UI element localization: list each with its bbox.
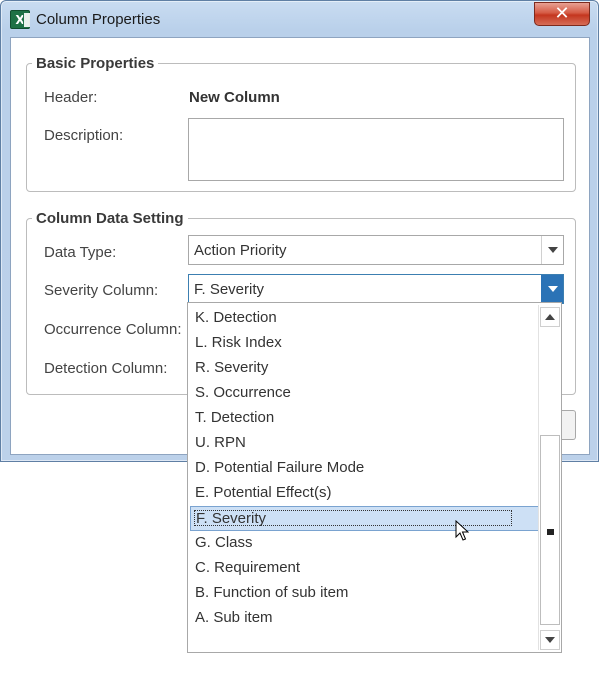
list-item[interactable]: L. Risk Index [190,331,539,356]
vertical-scrollbar[interactable] [538,305,560,650]
header-label: Header: [44,89,98,106]
list-item[interactable]: C. Requirement [190,556,539,581]
scroll-down-icon[interactable] [540,630,560,650]
excel-icon: X [10,10,30,29]
header-value: New Column [189,89,280,106]
scrollbar-thumb[interactable] [540,435,560,625]
close-icon: ✕ [554,3,570,24]
severity-column-value: F. Severity [194,281,265,298]
list-item[interactable]: A. Sub item [190,606,539,631]
description-label: Description: [44,127,124,144]
severity-column-dropdown-list[interactable]: K. Detection L. Risk Index R. Severity S… [187,302,562,653]
chevron-down-icon[interactable] [541,236,563,264]
list-item[interactable]: T. Detection [190,406,539,431]
title-bar[interactable]: X Column Properties ✕ [1,1,598,37]
severity-column-select[interactable]: F. Severity [188,274,564,304]
description-field[interactable] [188,118,564,181]
list-item[interactable]: U. RPN [190,431,539,456]
detection-column-label: Detection Column: [44,360,168,377]
list-item[interactable]: E. Potential Effect(s) [190,481,539,506]
severity-column-label: Severity Column: [44,282,159,299]
basic-properties-legend: Basic Properties [36,55,155,72]
data-type-value: Action Priority [194,242,287,259]
list-item[interactable]: R. Severity [190,356,539,381]
list-item-selected[interactable]: F. Severity [190,506,539,531]
scroll-up-icon[interactable] [540,307,560,327]
data-type-select[interactable]: Action Priority [188,235,564,265]
chevron-down-icon[interactable] [541,275,563,303]
column-data-setting-legend: Column Data Setting [36,210,184,227]
list-item[interactable]: S. Occurrence [190,381,539,406]
grip-icon [547,529,554,535]
close-button[interactable]: ✕ [534,2,590,26]
data-type-label: Data Type: [44,244,117,261]
list-item[interactable]: G. Class [190,531,539,556]
window-title: Column Properties [36,11,161,28]
occurrence-column-label: Occurrence Column: [44,321,182,338]
list-item[interactable]: K. Detection [190,306,539,331]
mouse-pointer-icon [455,520,469,541]
list-item[interactable]: D. Potential Failure Mode [190,456,539,481]
list-item[interactable]: B. Function of sub item [190,581,539,606]
